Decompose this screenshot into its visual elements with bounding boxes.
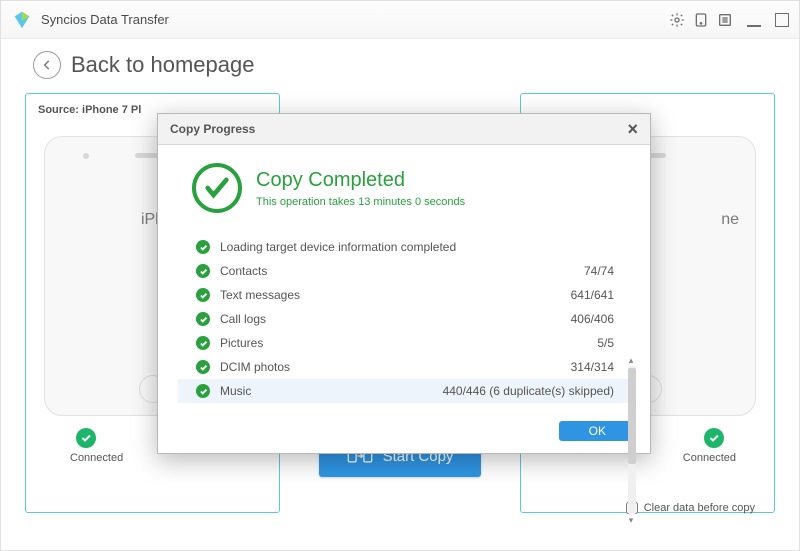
ok-button[interactable]: OK: [559, 421, 636, 441]
scroll-up-icon[interactable]: ▴: [626, 356, 636, 365]
dialog-header: Copy Progress ×: [158, 114, 650, 145]
title-bar: Syncios Data Transfer: [1, 1, 799, 39]
clear-data-option: Clear data before copy: [626, 502, 755, 514]
app-title: Syncios Data Transfer: [41, 12, 669, 27]
check-icon: [196, 312, 210, 326]
status-row: Copy Completed This operation takes 13 m…: [174, 163, 634, 227]
check-icon: [196, 240, 210, 254]
app-logo-icon: [11, 9, 33, 31]
list-item: Call logs406/406: [178, 307, 630, 331]
status-title: Copy Completed: [256, 169, 465, 192]
maximize-button[interactable]: [775, 13, 789, 27]
close-icon[interactable]: ×: [627, 122, 638, 136]
status-subtitle: This operation takes 13 minutes 0 second…: [256, 196, 465, 208]
device-icon[interactable]: [693, 12, 709, 28]
list-item: Text messages641/641: [178, 283, 630, 307]
dialog-footer: OK: [158, 413, 650, 453]
check-icon: [196, 288, 210, 302]
list-item: Loading target device information comple…: [178, 235, 630, 259]
list-item: Music440/446 (6 duplicate(s) skipped): [178, 379, 630, 403]
clear-data-label: Clear data before copy: [644, 502, 755, 514]
check-icon: [196, 360, 210, 374]
connected-icon: [76, 428, 96, 448]
dialog-title: Copy Progress: [170, 122, 627, 136]
back-label: Back to homepage: [71, 52, 254, 78]
target-device-name: ne: [721, 211, 755, 229]
breadcrumb: Back to homepage: [1, 39, 799, 93]
connected-icon: [704, 428, 724, 448]
title-icons: [669, 12, 789, 28]
minimize-button[interactable]: [741, 13, 767, 27]
menu-icon[interactable]: [717, 12, 733, 28]
progress-list: Loading target device information comple…: [178, 235, 630, 403]
check-icon: [196, 264, 210, 278]
scroll-down-icon[interactable]: ▾: [626, 516, 636, 525]
list-item: Contacts74/74: [178, 259, 630, 283]
check-icon: [196, 384, 210, 398]
dialog-body: Copy Completed This operation takes 13 m…: [158, 145, 650, 413]
scrollbar-thumb[interactable]: [628, 368, 636, 464]
gear-icon[interactable]: [669, 12, 685, 28]
list-item: Pictures5/5: [178, 331, 630, 355]
check-icon: [196, 336, 210, 350]
list-item: DCIM photos314/314: [178, 355, 630, 379]
scrollbar[interactable]: [628, 366, 636, 514]
copy-progress-dialog: Copy Progress × Copy Completed This oper…: [157, 113, 651, 454]
back-button[interactable]: [33, 51, 61, 79]
success-check-icon: [192, 163, 242, 213]
